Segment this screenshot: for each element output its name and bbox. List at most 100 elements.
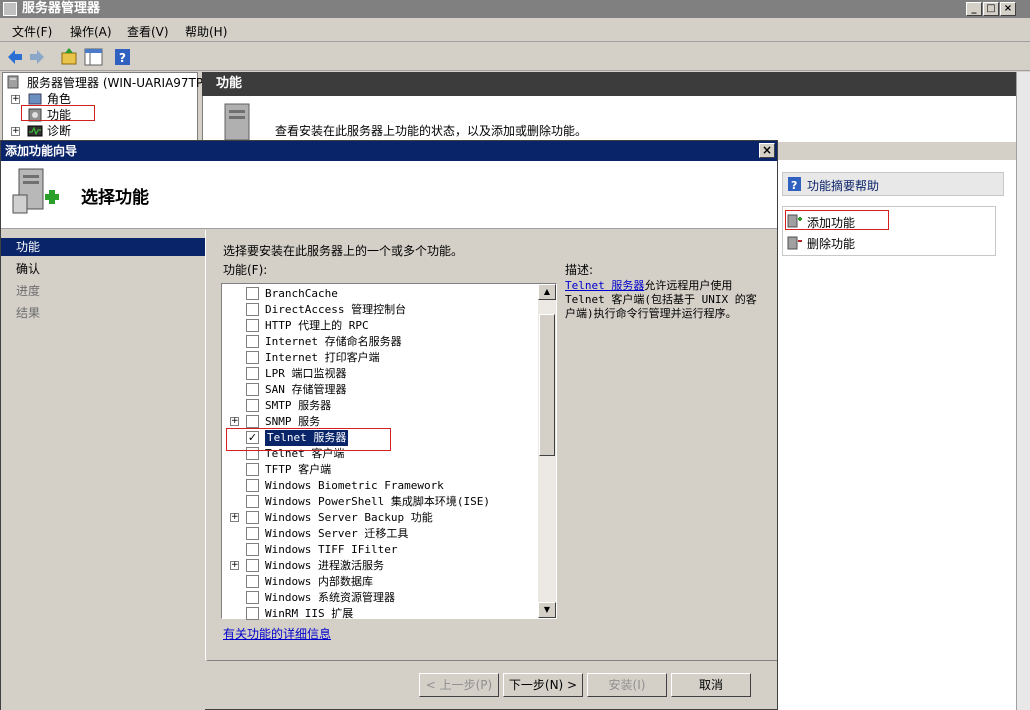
- feature-row[interactable]: Windows 内部数据库: [222, 574, 538, 590]
- scroll-down-arrow-icon[interactable]: ▼: [538, 602, 556, 618]
- telnet-server-highlight-box: [226, 428, 391, 451]
- feature-checkbox[interactable]: [246, 591, 259, 604]
- feature-checkbox[interactable]: [246, 399, 259, 412]
- feature-row[interactable]: Windows 系统资源管理器: [222, 590, 538, 606]
- features-label: 功能(F):: [223, 263, 268, 277]
- feature-help-link[interactable]: 功能摘要帮助: [807, 177, 879, 194]
- panel-body: 查看安装在此服务器上功能的状态，以及添加或删除功能。: [202, 96, 1016, 142]
- feature-checkbox[interactable]: [246, 367, 259, 380]
- feature-row[interactable]: WinRM IIS 扩展: [222, 606, 538, 622]
- feature-checkbox[interactable]: [246, 527, 259, 540]
- help-icon[interactable]: ?: [114, 47, 132, 67]
- wizard-title: 添加功能向导: [5, 144, 78, 158]
- feature-checkbox[interactable]: [246, 607, 259, 620]
- feature-checkbox[interactable]: [246, 511, 259, 524]
- feature-checkbox[interactable]: [246, 335, 259, 348]
- feature-checkbox[interactable]: [246, 287, 259, 300]
- more-info-link[interactable]: 有关功能的详细信息: [223, 625, 331, 642]
- show-hide-tree-icon[interactable]: [84, 47, 104, 67]
- tree-item-diagnostics[interactable]: 诊断: [47, 122, 71, 139]
- close-button[interactable]: ×: [1000, 2, 1016, 16]
- feature-checkbox[interactable]: [246, 303, 259, 316]
- back-arrow-icon[interactable]: [6, 47, 24, 67]
- cancel-button[interactable]: 取消: [671, 673, 751, 697]
- feature-row[interactable]: SMTP 服务器: [222, 398, 538, 414]
- remove-features-link[interactable]: 删除功能: [807, 235, 855, 252]
- description-link[interactable]: Telnet 服务器: [565, 279, 644, 292]
- feature-checkbox[interactable]: [246, 559, 259, 572]
- feature-row[interactable]: Internet 存储命名服务器: [222, 334, 538, 350]
- feature-row[interactable]: Internet 打印客户端: [222, 350, 538, 366]
- feature-checkbox[interactable]: [246, 575, 259, 588]
- expand-icon[interactable]: +: [230, 513, 239, 522]
- feature-checkbox[interactable]: [246, 479, 259, 492]
- up-folder-icon[interactable]: [60, 47, 78, 67]
- step-features[interactable]: 功能: [1, 238, 205, 256]
- expand-roles-icon[interactable]: +: [11, 95, 20, 104]
- tree-root-label[interactable]: 服务器管理器 (WIN-UARIA97TPM: [27, 74, 213, 91]
- back-button[interactable]: < 上一步(P): [419, 673, 499, 697]
- expand-icon[interactable]: +: [230, 417, 239, 426]
- feature-row[interactable]: TFTP 客户端: [222, 462, 538, 478]
- feature-label: Windows Biometric Framework: [265, 479, 444, 492]
- add-features-wizard: 添加功能向导 × 选择功能 功能 确认 进度 结果 选择要安装在此服务器上的一个…: [0, 140, 778, 710]
- feature-row[interactable]: Windows TIFF IFilter: [222, 542, 538, 558]
- feature-label: TFTP 客户端: [265, 463, 332, 476]
- menu-help[interactable]: 帮助(H): [185, 23, 227, 40]
- feature-row[interactable]: + Windows Server Backup 功能: [222, 510, 538, 526]
- feature-label: Windows TIFF IFilter: [265, 543, 398, 556]
- feature-row[interactable]: Windows PowerShell 集成脚本环境(ISE): [222, 494, 538, 510]
- add-features-wizard-icon: [12, 168, 59, 214]
- feature-label: DirectAccess 管理控制台: [265, 303, 407, 316]
- feature-row[interactable]: Windows Server 迁移工具: [222, 526, 538, 542]
- feature-label: SAN 存储管理器: [265, 383, 347, 396]
- feature-checkbox[interactable]: [246, 415, 259, 428]
- feature-label: Windows PowerShell 集成脚本环境(ISE): [265, 495, 490, 508]
- feature-label: SMTP 服务器: [265, 399, 332, 412]
- feature-label: Windows Server 迁移工具: [265, 527, 409, 540]
- main-title: 服务器管理器: [22, 1, 101, 16]
- feature-row[interactable]: + Windows 进程激活服务: [222, 558, 538, 574]
- feature-checkbox[interactable]: [246, 543, 259, 556]
- feature-row[interactable]: Windows Biometric Framework: [222, 478, 538, 494]
- feature-checkbox[interactable]: [246, 351, 259, 364]
- wizard-title-bar: 添加功能向导: [1, 141, 777, 161]
- feature-row[interactable]: SAN 存储管理器: [222, 382, 538, 398]
- expand-icon[interactable]: +: [230, 561, 239, 570]
- panel-header: 功能: [202, 72, 1016, 96]
- feature-label: Internet 存储命名服务器: [265, 335, 402, 348]
- wizard-close-button[interactable]: ×: [759, 143, 775, 158]
- scroll-up-arrow-icon[interactable]: ▲: [538, 284, 556, 300]
- feature-row[interactable]: LPR 端口监视器: [222, 366, 538, 382]
- menu-file[interactable]: 文件(F): [12, 23, 52, 40]
- minimize-button[interactable]: _: [966, 2, 982, 16]
- feature-checkbox[interactable]: [246, 383, 259, 396]
- install-button[interactable]: 安装(I): [587, 673, 667, 697]
- feature-row[interactable]: DirectAccess 管理控制台: [222, 302, 538, 318]
- help-book-icon: ?: [788, 177, 801, 192]
- maximize-button[interactable]: □: [983, 2, 999, 16]
- feature-label: Windows 内部数据库: [265, 575, 373, 588]
- forward-arrow-icon[interactable]: [28, 47, 46, 67]
- right-scroll-strip: [1016, 72, 1030, 710]
- feature-checkbox[interactable]: [246, 495, 259, 508]
- feature-checkbox[interactable]: [246, 463, 259, 476]
- features-server-icon: [224, 103, 250, 141]
- actions-help-header: ? 功能摘要帮助: [782, 172, 1004, 196]
- server-manager-icon: [3, 2, 17, 16]
- description-panel: Telnet 服务器允许远程用户使用 Telnet 客户端(包括基于 UNIX …: [565, 279, 761, 321]
- next-button[interactable]: 下一步(N) >: [503, 673, 583, 697]
- feature-row[interactable]: HTTP 代理上的 RPC: [222, 318, 538, 334]
- expand-diagnostics-icon[interactable]: +: [11, 127, 20, 136]
- menu-view[interactable]: 查看(V): [127, 23, 169, 40]
- step-results: 结果: [16, 306, 41, 320]
- feature-checkbox[interactable]: [246, 319, 259, 332]
- features-scrollbar[interactable]: ▲ ▼: [538, 284, 556, 618]
- scroll-thumb[interactable]: [539, 314, 555, 456]
- feature-row[interactable]: BranchCache: [222, 286, 538, 302]
- menu-action[interactable]: 操作(A): [70, 23, 112, 40]
- wizard-heading: 选择功能: [81, 188, 149, 208]
- main-title-bar: 服务器管理器 _ □ ×: [0, 0, 1030, 18]
- feature-label: Internet 打印客户端: [265, 351, 380, 364]
- step-confirm[interactable]: 确认: [1, 260, 205, 278]
